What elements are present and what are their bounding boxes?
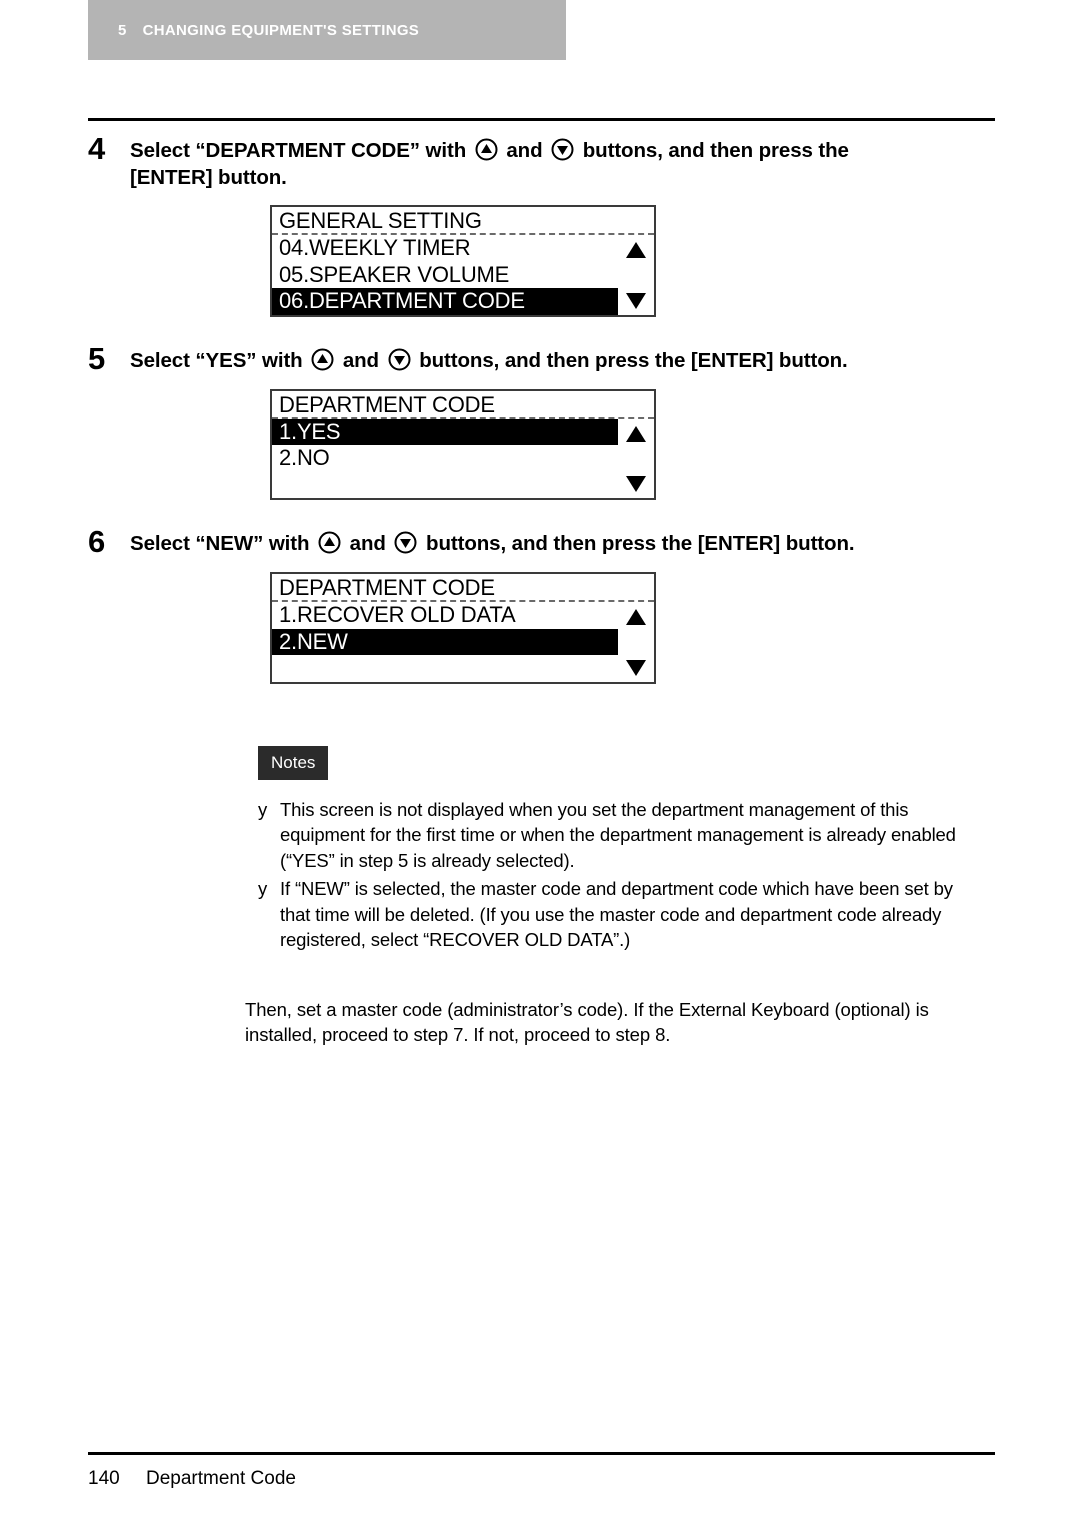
scroll-down-arrow[interactable] — [625, 475, 647, 493]
lcd-panel-1-row-3-selected[interactable]: 06.DEPARTMENT CODE — [272, 288, 618, 315]
scroll-up-arrow[interactable] — [625, 608, 647, 626]
step-5-instruction: Select “YES” with and buttons, and then … — [130, 343, 848, 374]
lcd-panel-department-code-newrecover: DEPARTMENT CODE 1.RECOVER OLD DATA 2.NEW — [270, 572, 656, 684]
step-6-text-part3: buttons, and then press the [ENTER] butt… — [426, 532, 855, 555]
step-5-number: 5 — [88, 340, 106, 376]
chapter-header-band: 5 CHANGING EQUIPMENT'S SETTINGS — [88, 0, 566, 60]
button-down-icon — [388, 348, 411, 371]
lcd-panel-department-code-yesno: DEPARTMENT CODE 1.YES 2.NO — [270, 388, 656, 500]
note-text: If “NEW” is selected, the master code an… — [280, 878, 953, 950]
footer-page-number: 140 — [88, 1468, 120, 1489]
lcd-panel-3-row-2-selected[interactable]: 2.NEW — [272, 628, 618, 655]
lcd-panel-2-row-1-selected[interactable]: 1.YES — [272, 418, 618, 445]
lcd-panel-1-title: GENERAL SETTING — [272, 207, 654, 235]
lcd-panel-3-row-3-empty[interactable] — [272, 655, 654, 682]
step-4-number: 4 — [88, 131, 106, 166]
footer-section-title: Department Code — [146, 1468, 296, 1489]
step-5-text-part2: and — [342, 348, 379, 372]
step-4: 4 Select “DEPARTMENT CODE” with and butt… — [88, 133, 995, 191]
lcd-panel-3-row-1[interactable]: 1.RECOVER OLD DATA — [272, 602, 654, 629]
note-item: y This screen is not displayed when you … — [258, 797, 983, 874]
step-5: 5 Select “YES” with and buttons, and the… — [88, 342, 995, 375]
page-footer: 140 Department Code — [88, 1468, 995, 1490]
note-bullet-icon: y — [258, 878, 268, 899]
step-6: 6 Select “NEW” with and buttons, and the… — [88, 526, 995, 558]
chapter-number: 5 — [118, 21, 127, 39]
button-up-icon — [311, 348, 334, 371]
step-4-text-part2: and — [506, 139, 543, 162]
lcd-panel-2-title: DEPARTMENT CODE — [272, 391, 654, 419]
button-down-icon — [394, 531, 417, 554]
scroll-up-arrow[interactable] — [625, 241, 647, 259]
step-5-text-part1: Select “YES” with — [130, 348, 303, 372]
step-6-number: 6 — [88, 524, 106, 559]
page-content: 4 Select “DEPARTMENT CODE” with and butt… — [88, 133, 995, 1048]
step-6-instruction: Select “NEW” with and buttons, and then … — [130, 526, 855, 557]
lcd-panel-general-setting: GENERAL SETTING 04.WEEKLY TIMER 05.SPEAK… — [270, 205, 656, 317]
scroll-up-arrow[interactable] — [625, 425, 647, 443]
step-4-text-part1: Select “DEPARTMENT CODE” with — [130, 139, 467, 162]
lcd-panel-1-row-1[interactable]: 04.WEEKLY TIMER — [272, 235, 654, 262]
note-text: This screen is not displayed when you se… — [280, 798, 956, 871]
notes-badge: Notes — [258, 745, 329, 780]
step-6-text-part2: and — [349, 532, 386, 555]
button-down-icon — [551, 138, 574, 161]
chapter-title: CHANGING EQUIPMENT'S SETTINGS — [142, 21, 420, 39]
notes-list: y This screen is not displayed when you … — [258, 797, 983, 953]
scroll-down-arrow[interactable] — [625, 292, 647, 310]
button-up-icon — [475, 138, 498, 161]
note-item: y If “NEW” is selected, the master code … — [258, 876, 983, 953]
lcd-panel-2-row-2[interactable]: 2.NO — [272, 445, 654, 472]
lcd-panel-2-row-3-empty[interactable] — [272, 472, 654, 499]
step-4-instruction: Select “DEPARTMENT CODE” with and button… — [130, 133, 930, 191]
step-5-text-part3: buttons, and then press the [ENTER] butt… — [419, 348, 848, 372]
lcd-panel-3-title: DEPARTMENT CODE — [272, 574, 654, 602]
closing-paragraph: Then, set a master code (administrator’s… — [245, 998, 929, 1046]
note-bullet-icon: y — [258, 798, 268, 820]
lcd-panel-1-row-2[interactable]: 05.SPEAKER VOLUME — [272, 262, 654, 289]
button-up-icon — [318, 531, 341, 554]
step-6-text-part1: Select “NEW” with — [130, 532, 310, 555]
top-horizontal-rule — [88, 118, 995, 121]
footer-horizontal-rule — [88, 1452, 995, 1455]
scroll-down-arrow[interactable] — [625, 659, 647, 677]
